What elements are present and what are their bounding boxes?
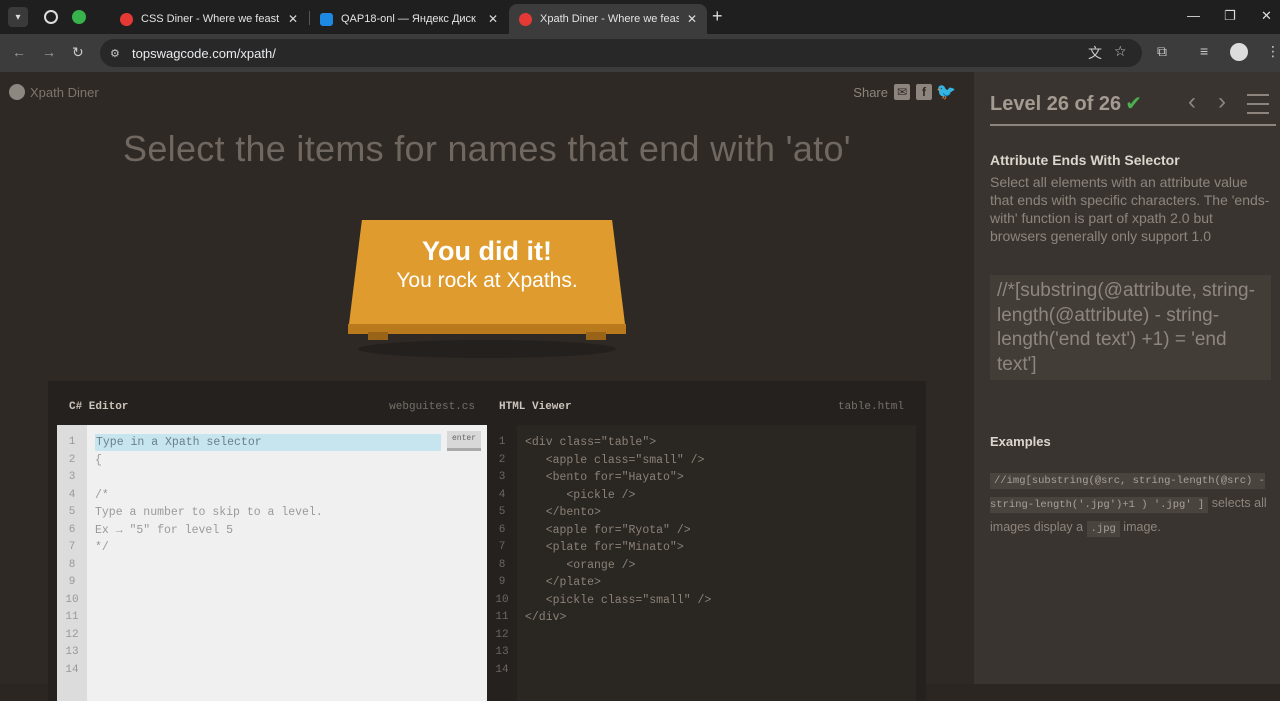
translate-icon[interactable]: 文 bbox=[1088, 43, 1102, 63]
site-logo[interactable]: Xpath Diner bbox=[9, 84, 99, 100]
code-line: */ bbox=[95, 541, 109, 554]
tab-yandex-disk[interactable]: QAP18-onl — Яндекс Диск ✕ bbox=[310, 4, 508, 34]
line-gutter: 1 2 3 4 5 6 7 8 9 10 11 12 13 14 bbox=[487, 425, 517, 701]
minimize-button[interactable]: — bbox=[1187, 8, 1200, 23]
example-text-end: image. bbox=[1123, 520, 1161, 534]
new-tab-button[interactable]: + bbox=[712, 6, 723, 27]
level-indicator: Level 26 of 26 ✔ bbox=[990, 93, 1142, 115]
success-title: You did it! bbox=[422, 236, 552, 266]
line-gutter: 1 2 3 4 5 6 7 8 9 10 11 12 13 14 bbox=[57, 425, 87, 701]
close-icon[interactable]: ✕ bbox=[488, 12, 498, 26]
favicon-icon bbox=[519, 12, 532, 26]
share-bar: Share ✉ f 🐦 bbox=[853, 84, 956, 101]
level-menu-icon[interactable] bbox=[1247, 94, 1269, 121]
site-info-icon[interactable]: ⚙ bbox=[110, 47, 124, 60]
pinned-tab-green[interactable] bbox=[66, 4, 92, 30]
examples-title: Examples bbox=[990, 434, 1051, 449]
code-line: /* bbox=[95, 488, 109, 502]
next-level-button[interactable]: › bbox=[1218, 88, 1226, 116]
close-icon[interactable]: ✕ bbox=[288, 12, 298, 26]
back-button[interactable]: ← bbox=[12, 44, 26, 60]
previous-level-button[interactable]: ‹ bbox=[1188, 88, 1196, 116]
editor-frame: C# Editor webguitest.cs HTML Viewer tabl… bbox=[48, 381, 926, 701]
example: //img[substring(@src, string-length(@src… bbox=[990, 468, 1270, 540]
tab-title: CSS Diner - Where we feast on bbox=[141, 13, 280, 25]
css-editor: 1 2 3 4 5 6 7 8 9 10 11 12 13 14 Type in… bbox=[57, 425, 487, 701]
tab-search-button[interactable]: ▾ bbox=[8, 7, 28, 27]
maximize-button[interactable]: ❐ bbox=[1224, 8, 1236, 24]
css-editor-header: C# Editor webguitest.cs bbox=[57, 389, 487, 425]
openai-icon bbox=[44, 10, 58, 24]
level-progress-bar bbox=[990, 124, 1276, 126]
media-icon[interactable]: ≡ bbox=[1200, 43, 1208, 59]
check-icon: ✔ bbox=[1125, 93, 1142, 115]
share-label: Share bbox=[853, 84, 888, 100]
editor-file: webguitest.cs bbox=[389, 401, 475, 413]
extensions-icon[interactable]: ⧉ bbox=[1157, 43, 1167, 60]
game-area: Xpath Diner Share ✉ f 🐦 Select the items… bbox=[0, 72, 974, 701]
editor-name: C# Editor bbox=[69, 401, 129, 413]
code-line: { bbox=[95, 453, 102, 467]
enter-button[interactable]: enter bbox=[447, 431, 481, 451]
markup-line[interactable]: <orange /> bbox=[525, 559, 635, 572]
markup-line[interactable]: <pickle class="small" /> bbox=[525, 594, 712, 607]
code-line: Type a number to skip to a level. bbox=[95, 506, 323, 519]
app-icon bbox=[72, 10, 86, 24]
viewer-name: HTML Viewer bbox=[499, 401, 572, 413]
selector-description: Select all elements with an attribute va… bbox=[990, 174, 1270, 244]
url-text: topswagcode.com/xpath/ bbox=[132, 45, 276, 61]
tab-title: QAP18-onl — Яндекс Диск bbox=[341, 13, 476, 25]
favicon-icon bbox=[320, 12, 333, 26]
selector-syntax: //*[substring(@attribute, string-length(… bbox=[990, 275, 1271, 380]
selector-input[interactable]: Type in a Xpath selector bbox=[95, 434, 441, 451]
address-bar[interactable]: ⚙ topswagcode.com/xpath/ bbox=[100, 39, 1142, 67]
forward-button[interactable]: → bbox=[42, 44, 56, 60]
pinned-tab-openai[interactable] bbox=[38, 4, 64, 30]
markup-line[interactable]: <div class="table"> bbox=[525, 436, 656, 449]
markup-line[interactable]: </plate> bbox=[525, 576, 601, 589]
dinner-table: You did it! You rock at Xpaths. bbox=[348, 220, 626, 358]
tab-css-diner[interactable]: CSS Diner - Where we feast on ✕ bbox=[110, 4, 308, 34]
menu-kebab-icon[interactable]: ⋮ bbox=[1266, 43, 1280, 60]
code-line: Ex → "5" for level 5 bbox=[95, 523, 234, 537]
markup-line[interactable]: <pickle /> bbox=[525, 489, 635, 502]
profile-avatar[interactable] bbox=[1230, 43, 1248, 61]
markup-line[interactable]: <plate for="Minato"> bbox=[525, 541, 684, 554]
selector-name: Attribute Ends With Selector bbox=[990, 152, 1180, 168]
markup-line[interactable]: </div> bbox=[525, 611, 566, 624]
html-viewer-header: HTML Viewer table.html bbox=[487, 389, 916, 425]
level-instruction: Select the items for names that end with… bbox=[123, 128, 851, 169]
reload-button[interactable]: ↻ bbox=[72, 44, 84, 61]
html-viewer: 1 2 3 4 5 6 7 8 9 10 11 12 13 14 <div cl… bbox=[487, 425, 916, 701]
close-window-button[interactable]: ✕ bbox=[1261, 8, 1272, 24]
tab-title: Xpath Diner - Where we feast o bbox=[540, 13, 679, 25]
example-code-inline: .jpg bbox=[1086, 521, 1120, 537]
favicon-icon bbox=[120, 12, 133, 26]
markup-line[interactable]: <bento for="Hayato"> bbox=[525, 471, 684, 484]
markup-line[interactable]: </bento> bbox=[525, 506, 601, 519]
markup-line[interactable]: <apple for="Ryota" /> bbox=[525, 524, 691, 537]
success-subtitle: You rock at Xpaths. bbox=[396, 269, 578, 292]
viewer-file: table.html bbox=[837, 401, 904, 413]
bookmark-star-icon[interactable]: ☆ bbox=[1114, 43, 1127, 60]
tab-xpath-diner[interactable]: Xpath Diner - Where we feast o ✕ bbox=[509, 4, 707, 34]
facebook-icon[interactable]: f bbox=[916, 84, 932, 100]
logo-icon bbox=[9, 84, 25, 100]
logo-text: Xpath Diner bbox=[30, 84, 99, 100]
level-sidebar: Level 26 of 26 ✔ ‹ › Attribute Ends With … bbox=[974, 72, 1280, 684]
email-icon[interactable]: ✉ bbox=[894, 84, 910, 100]
close-icon[interactable]: ✕ bbox=[687, 12, 697, 26]
twitter-icon[interactable]: 🐦 bbox=[936, 84, 956, 101]
tab-strip: ▾ CSS Diner - Where we feast on ✕ QAP18-… bbox=[0, 0, 1280, 34]
browser-toolbar: ← → ↻ ⚙ topswagcode.com/xpath/ 文 ☆ ⧉ ≡ ⋮ bbox=[0, 34, 1280, 72]
markup-line[interactable]: <apple class="small" /> bbox=[525, 454, 705, 467]
